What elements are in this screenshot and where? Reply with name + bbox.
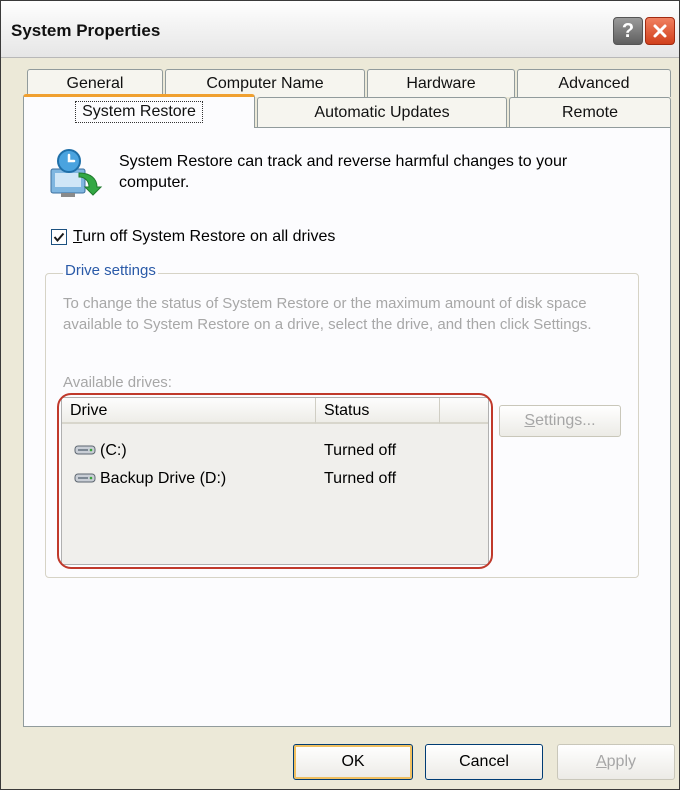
tab-advanced[interactable]: Advanced [517,69,671,97]
checkmark-icon [53,232,65,243]
apply-button[interactable]: Apply [557,744,675,780]
system-properties-window: System Properties ? General Computer Nam… [0,0,680,790]
help-button[interactable]: ? [613,17,643,45]
drive-row-d[interactable]: Backup Drive (D:) Turned off [62,466,488,492]
tab-automatic-updates[interactable]: Automatic Updates [257,97,507,127]
turn-off-restore-checkbox[interactable] [51,229,67,245]
hard-drive-icon [74,473,96,483]
drive-cell: Backup Drive (D:) [74,466,226,492]
title-bar: System Properties ? [1,1,679,58]
question-mark-icon: ? [621,19,635,42]
column-header-filler [440,398,488,424]
status-cell: Turned off [324,470,397,487]
close-button[interactable] [645,17,675,45]
cancel-button[interactable]: Cancel [425,744,543,780]
intro-text: System Restore can track and reverse har… [119,153,568,191]
system-restore-icon [50,149,103,197]
tab-general[interactable]: General [27,69,163,97]
tab-system-restore[interactable]: System Restore [23,94,255,128]
available-drives-list[interactable]: Drive Status (C:) Turned off Backup Driv… [61,397,489,565]
turn-off-restore-option[interactable]: Turn off System Restore on all drives [51,228,335,246]
column-header-status[interactable]: Status [316,398,440,424]
tab-hardware[interactable]: Hardware [367,69,515,97]
drive-row-c[interactable]: (C:) Turned off [62,438,488,464]
tab-computer-name[interactable]: Computer Name [165,69,365,97]
close-icon [653,24,667,38]
window-title: System Properties [11,21,161,40]
tab-remote[interactable]: Remote [509,97,671,127]
drive-settings-legend: Drive settings [63,262,158,279]
hard-drive-icon [74,445,96,455]
column-header-drive[interactable]: Drive [62,398,316,424]
drive-cell: (C:) [74,438,127,464]
status-cell: Turned off [324,442,397,459]
settings-button[interactable]: Settings... [499,405,621,437]
ok-button[interactable]: OK [293,744,413,780]
drive-settings-description: To change the status of System Restore o… [63,295,592,333]
available-drives-label: Available drives: [63,374,172,391]
turn-off-restore-label[interactable]: Turn off System Restore on all drives [73,228,335,246]
